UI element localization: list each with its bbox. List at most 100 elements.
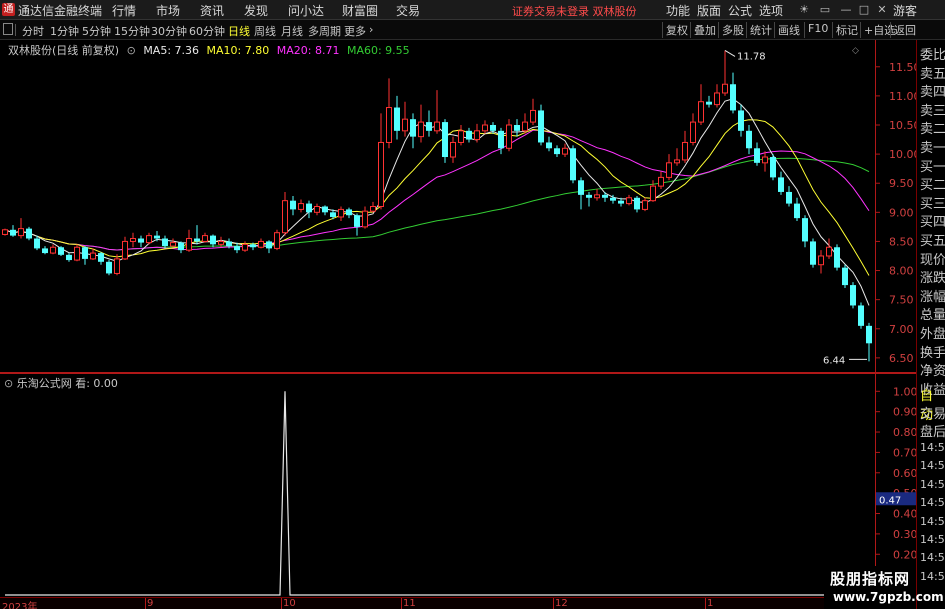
price-chart-bg [0, 40, 916, 373]
candle-body [634, 197, 640, 210]
candle-body [602, 194, 608, 198]
menu-item-sc[interactable]: 市场 [156, 2, 180, 19]
indicator-chart[interactable]: 0.100.200.300.400.500.600.700.800.901.00… [0, 373, 916, 597]
menu-item-jy[interactable]: 交易 [396, 2, 420, 19]
btn-mark[interactable]: 标记 [832, 22, 858, 38]
candle-body [786, 191, 792, 204]
menu-options[interactable]: 选项 [759, 2, 783, 19]
login-notice[interactable]: 证券交易未登录 双林股份 [512, 3, 637, 19]
candle-body [738, 110, 744, 131]
settings-icon[interactable]: ⊙ [127, 44, 136, 57]
tf-multi[interactable]: 多周期 [308, 23, 341, 39]
minimize-icon[interactable]: ▭ [818, 3, 832, 17]
ma60-label: MA60: 9.55 [346, 44, 410, 57]
candle-body [506, 124, 512, 149]
ma5-label: MA5: 7.36 [143, 44, 200, 57]
candle-body [410, 119, 416, 137]
candle-body [698, 101, 704, 123]
quote-label: 外盘 [920, 327, 945, 342]
tf-monthly[interactable]: 月线 [281, 23, 303, 39]
price-tick-label: 9.50 [889, 177, 914, 190]
indicator-tick-label: 0.40 [893, 508, 916, 521]
candle-body [682, 141, 688, 161]
candle-body [378, 141, 384, 207]
menu-function[interactable]: 功能 [666, 2, 690, 19]
quote-label: 卖五 [920, 66, 945, 82]
price-tick-label: 11.00 [889, 90, 916, 103]
app-logo-icon: 通 [2, 3, 15, 16]
btn-multistock[interactable]: 多股 [718, 22, 744, 38]
quote-label: 涨跌 [920, 271, 945, 287]
candle-body [722, 83, 728, 94]
btn-fuquan[interactable]: 复权 [662, 22, 688, 38]
trade-time: 14:56 [920, 496, 945, 510]
tf-1min[interactable]: 1分钟 [50, 23, 79, 39]
watermark: 股朋指标网 www.7gpzb.com [824, 566, 944, 609]
price-tick-label: 8.50 [889, 235, 914, 248]
tf-fenshi[interactable]: 分时 [22, 23, 44, 39]
menu-item-hq[interactable]: 行情 [112, 2, 136, 19]
quote-label: 买四 [920, 215, 945, 231]
quote-label: 买五 [920, 234, 945, 249]
candle-body [122, 240, 128, 260]
candle-body [714, 92, 720, 106]
btn-drawline[interactable]: 画线 [774, 22, 800, 38]
candle-body [114, 258, 120, 274]
candle-body [482, 124, 488, 132]
candle-body [2, 229, 8, 235]
restore-icon[interactable]: □ [857, 3, 871, 17]
price-tick-label: 7.00 [889, 323, 914, 336]
tf-5min[interactable]: 5分钟 [82, 23, 111, 39]
indicator-label: 乐淘公式网 看: 0.00 [16, 377, 118, 390]
candle-body [226, 241, 232, 247]
candle-body [18, 228, 24, 237]
tf-more[interactable]: 更多 [344, 23, 366, 39]
close-icon[interactable]: ✕ [875, 3, 889, 17]
guest-label[interactable]: 游客 [893, 2, 917, 19]
tf-daily[interactable]: 日线 [228, 23, 250, 39]
menu-formula[interactable]: 公式 [728, 2, 752, 19]
candle-body [730, 84, 736, 111]
panel-toggle-icon[interactable] [3, 23, 13, 35]
maximize-icon[interactable]: — [839, 3, 853, 17]
candle-body [266, 241, 272, 249]
candle-body [314, 206, 320, 213]
menu-item-cfq[interactable]: 财富圈 [342, 2, 378, 19]
btn-overlay[interactable]: 叠加 [690, 22, 716, 38]
btn-stats[interactable]: 统计 [746, 22, 772, 38]
price-tick-label: 9.00 [889, 206, 914, 219]
btn-f10[interactable]: F10 [804, 22, 828, 38]
toolbar-divider [15, 24, 16, 36]
indicator-settings-icon[interactable]: ⊙ [4, 377, 13, 390]
quote-panel: 委比 卖五 卖四 卖三 卖二 卖一 买一 买二 买三 买四 买五 现价 涨跌 涨幅 总量 外盘 换手 净资 收益 自动… [916, 40, 945, 609]
tf-weekly[interactable]: 周线 [254, 23, 276, 39]
btn-back[interactable]: 返回 [890, 22, 916, 38]
candle-body [186, 238, 192, 251]
period-toolbar: 分时 1分钟 5分钟 15分钟 30分钟 60分钟 日线 周线 月线 多周期 更… [0, 20, 945, 40]
candle-body [690, 121, 696, 143]
date-axis-tick [281, 598, 282, 609]
candle-body [242, 243, 248, 251]
tf-15min[interactable]: 15分钟 [114, 23, 150, 39]
menu-layout[interactable]: 版面 [697, 2, 721, 19]
candle-body [322, 206, 328, 213]
theme-icon[interactable]: ☀ [797, 3, 811, 17]
candle-body [58, 247, 64, 255]
watermark-url: www.7gpzb.com [833, 590, 944, 604]
candle-body [834, 247, 840, 268]
candle-body [530, 109, 536, 123]
price-tick-label: 6.50 [889, 352, 914, 365]
candle-body [578, 180, 584, 195]
price-chart[interactable]: 6.50 7.00 7.50 8.00 8.50 9.00 9.50 10.00 10.50 11… [0, 40, 916, 373]
candle-body [514, 124, 520, 131]
menu-item-fx[interactable]: 发现 [244, 2, 268, 19]
candle-body [74, 246, 80, 261]
candle-body [450, 141, 456, 158]
chevron-right-icon[interactable]: › [369, 23, 373, 36]
tf-60min[interactable]: 60分钟 [189, 23, 225, 39]
menu-item-wxd[interactable]: 问小达 [288, 2, 324, 19]
tf-30min[interactable]: 30分钟 [151, 23, 187, 39]
menu-item-zx[interactable]: 资讯 [200, 2, 224, 19]
date-axis-tick [401, 598, 402, 609]
candle-body [306, 203, 312, 213]
